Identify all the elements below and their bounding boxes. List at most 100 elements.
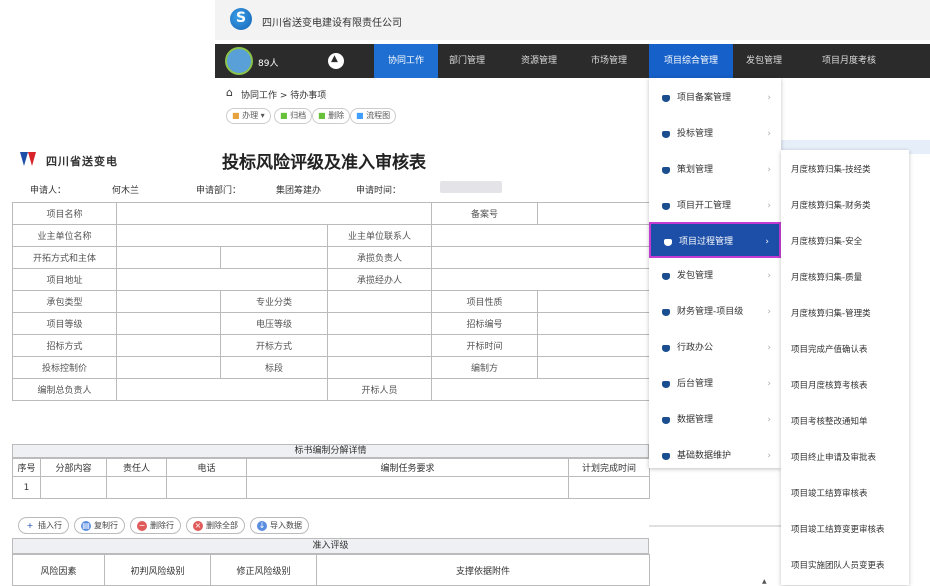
contract-type-label: 承包类型 [12,290,117,313]
bid-breakdown-table: 序号 分部内容 责任人 电话 编制任务要求 计划完成时间 1 [12,458,650,499]
chevron-right-icon: › [767,379,771,389]
submenu-item[interactable]: 项目月度核算考核表 [791,368,909,404]
online-user-count[interactable]: 89人 [258,56,278,69]
hat-icon [662,309,670,316]
menu-item-project-record[interactable]: 项目备案管理 › [649,80,781,116]
column-header: 初判风险级别 [104,554,211,586]
archive-icon: ■ [280,111,291,120]
row-number: 1 [12,476,41,499]
project-level-field[interactable] [116,312,221,335]
delete-button[interactable]: ■ 删除 [312,108,351,124]
compiler-field[interactable] [537,356,651,379]
nav-item-monthly-assess[interactable]: 项目月度考核 [808,44,890,78]
table-cell[interactable] [106,476,167,499]
submenu-item[interactable]: 月度核算归集-安全 [791,224,909,260]
project-mgmt-dropdown: 项目备案管理 › 投标管理 › 策划管理 › 项目开工管理 › 项目过程管理 › 发包管理… [649,78,781,468]
record-no-field[interactable] [537,202,651,225]
nav-item-dept[interactable]: 部门管理 [438,44,496,78]
project-info-table: 项目名称 备案号 业主单位名称 业主单位联系人 开拓方式和主体 承揽负责人 项目… [12,202,651,401]
user-avatar[interactable] [225,47,253,75]
chevron-right-icon: › [767,201,771,211]
specialty-field[interactable] [326,290,433,313]
owner-unit-field[interactable] [116,224,328,247]
bid-section-field[interactable] [326,356,433,379]
menu-item-finance[interactable]: 财务管理-项目级 › [649,294,781,330]
undertake-lead-field[interactable] [431,246,651,269]
owner-unit-label: 业主单位名称 [12,224,117,247]
table-cell[interactable] [246,476,569,499]
nav-item-outsourcing[interactable]: 发包管理 [736,44,792,78]
project-nature-field[interactable] [537,290,651,313]
column-header: 分部内容 [40,458,107,477]
submenu-item[interactable]: 月度核算归集-质量 [791,260,909,296]
handle-button[interactable]: ■ 办理 ▾ [226,108,271,124]
menu-item-admin-office[interactable]: 行政办公 › [649,330,781,366]
project-name-label: 项目名称 [12,202,117,225]
project-process-submenu: 月度核算归集-技经类 月度核算归集-财务类 月度核算归集-安全 月度核算归集-质… [781,150,909,585]
chevron-right-icon: › [767,93,771,103]
compile-lead-label: 编制总负责人 [12,378,117,401]
bid-method-field[interactable] [116,246,221,269]
owner-contact-field[interactable] [431,224,651,247]
bid-no-label: 招标编号 [431,312,539,335]
submenu-item[interactable]: 月度核算归集-技经类 [791,152,909,188]
column-header: 编制任务要求 [246,458,569,477]
submenu-item[interactable]: 项目终止申请及审批表 [791,440,909,476]
table-cell[interactable] [568,476,650,499]
bid-invite-method-field[interactable] [116,334,221,357]
menu-item-data-mgmt[interactable]: 数据管理 › [649,402,781,438]
project-address-field[interactable] [116,268,328,291]
bid-open-method-field[interactable] [326,334,433,357]
menu-item-project-process[interactable]: 项目过程管理 › [649,222,781,258]
breadcrumb: 协同工作 > 待办事项 [241,91,327,101]
table-cell[interactable] [40,476,107,499]
menu-item-project-start[interactable]: 项目开工管理 › [649,188,781,224]
submenu-item[interactable]: 项目完成产值确认表 [791,332,909,368]
compile-lead-field[interactable] [116,378,328,401]
hat-icon [662,345,670,352]
menu-item-base-data[interactable]: 基础数据维护 › [649,438,781,474]
project-name-field[interactable] [115,202,433,225]
scroll-up-icon[interactable]: ▲ [762,578,767,585]
menu-item-backend[interactable]: 后台管理 › [649,366,781,402]
contract-type-field[interactable] [116,290,221,313]
chevron-right-icon: › [767,165,771,175]
nav-item-market[interactable]: 市场管理 [580,44,638,78]
submenu-item[interactable]: 项目实施团队人员变更表 [791,548,909,584]
submenu-item[interactable]: 月度核算归集-财务类 [791,188,909,224]
menu-item-outsourcing[interactable]: 发包管理 › [649,258,781,294]
table-cell[interactable] [166,476,247,499]
delete-row-button[interactable]: − 删除行 [130,517,181,534]
nav-item-collab[interactable]: 协同工作 [374,44,438,78]
submenu-item[interactable]: 项目竣工结算变更审核表 [791,512,909,548]
home-icon[interactable]: ⌂ [226,86,233,99]
menu-item-planning[interactable]: 策划管理 › [649,152,781,188]
voltage-level-field[interactable] [326,312,433,335]
archive-button[interactable]: ■ 归档 [274,108,313,124]
chevron-right-icon: › [767,307,771,317]
nav-item-resource[interactable]: 资源管理 [510,44,568,78]
copy-row-button[interactable]: ▤ 复制行 [74,517,125,534]
bid-subject-field[interactable] [220,246,328,269]
insert-row-button[interactable]: + 插入行 [18,517,69,534]
menu-item-bid-mgmt[interactable]: 投标管理 › [649,116,781,152]
submenu-item[interactable]: 月度核算归集-管理类 [791,296,909,332]
undertake-handler-field[interactable] [431,268,651,291]
flowchart-button[interactable]: ■ 流程图 [350,108,397,124]
bid-no-field[interactable] [537,312,651,335]
nav-item-project-mgmt[interactable]: 项目综合管理 [649,44,733,78]
submenu-item[interactable]: 项目竣工结算审核表 [791,476,909,512]
bid-open-time-field[interactable] [537,334,651,357]
bid-invite-method-label: 招标方式 [12,334,117,357]
delete-all-button[interactable]: × 删除全部 [186,517,245,534]
import-data-button[interactable]: ↓ 导入数据 [250,517,309,534]
chevron-right-icon: › [767,129,771,139]
submenu-item[interactable]: 项目考核整改通知单 [791,404,909,440]
bid-control-price-field[interactable] [116,356,221,379]
bid-open-person-field[interactable] [431,378,651,401]
compiler-label: 编制方 [431,356,539,379]
alert-icon[interactable] [328,53,344,69]
column-header: 修正风险级别 [210,554,317,586]
undertake-handler-label: 承揽经办人 [326,268,433,291]
project-level-label: 项目等级 [12,312,117,335]
